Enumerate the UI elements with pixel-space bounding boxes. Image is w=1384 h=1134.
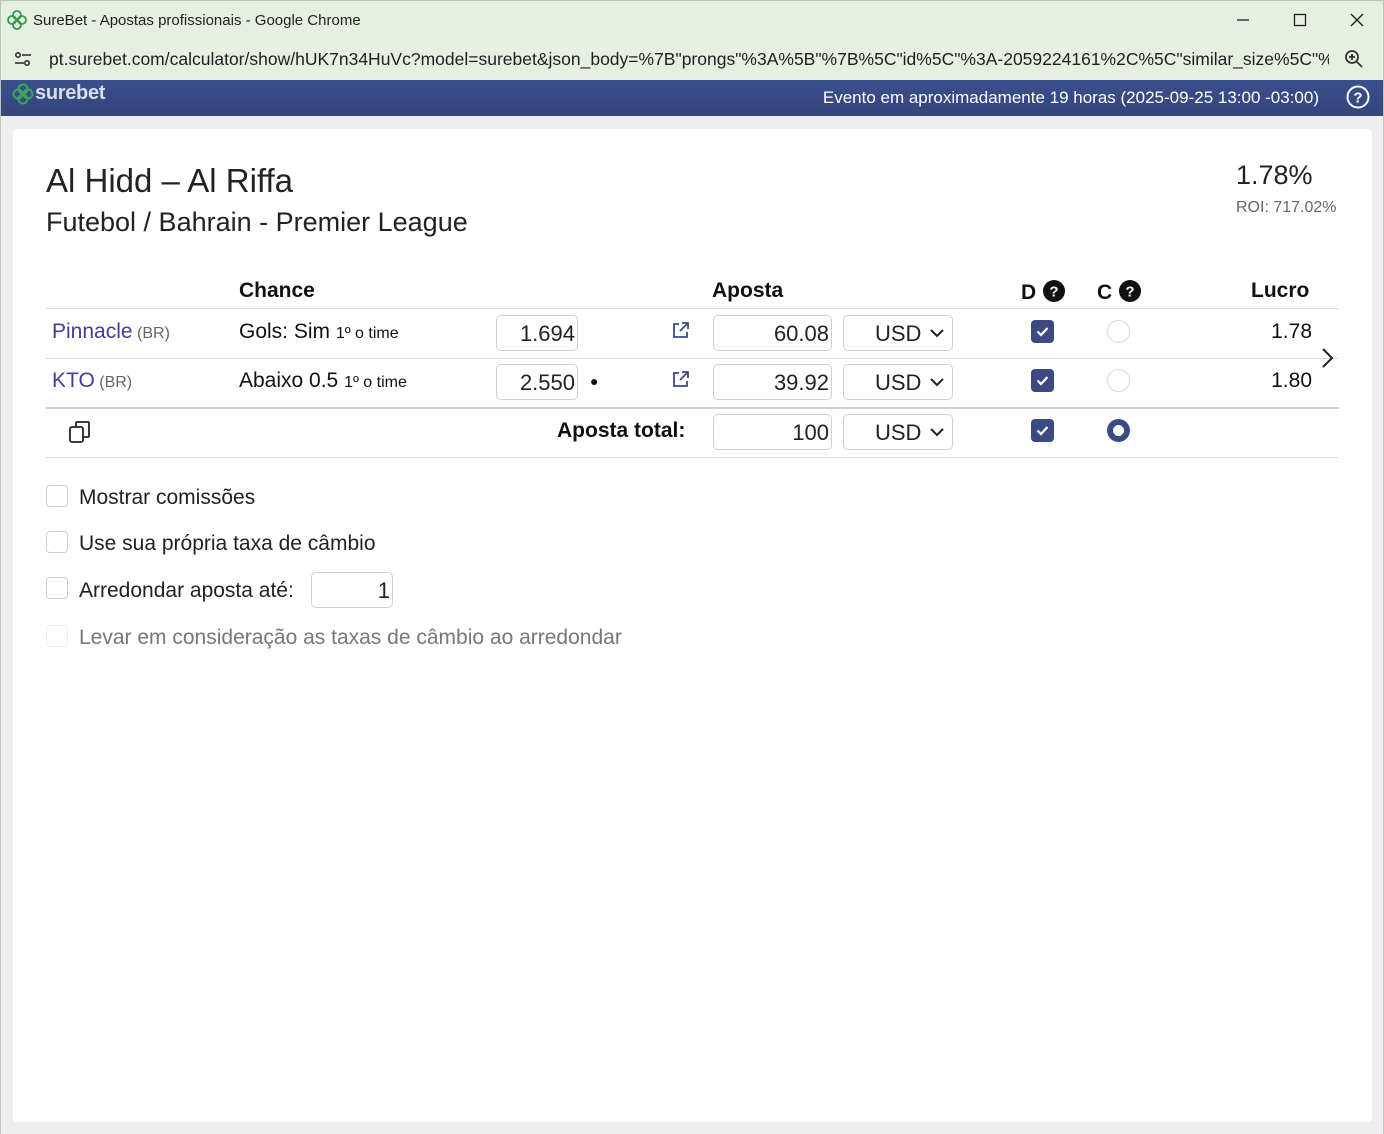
show-commissions-label: Mostrar comissões: [79, 486, 256, 509]
site-settings-icon[interactable]: [13, 49, 33, 69]
distribute-checkbox[interactable]: [1031, 320, 1054, 343]
round-stake-checkbox[interactable]: [46, 577, 68, 599]
fix-stake-radio[interactable]: [1107, 320, 1130, 343]
external-link-icon[interactable]: [671, 370, 690, 389]
help-icon[interactable]: ?: [1346, 85, 1370, 109]
surebet-clover-icon: [7, 10, 27, 30]
table-divider: [46, 457, 1339, 458]
surebet-logo[interactable]: surebet: [12, 82, 105, 105]
roi-value: ROI: 717.02%: [1236, 199, 1337, 216]
outcome-period: 1º o time: [335, 325, 399, 342]
total-stake-input[interactable]: 100: [713, 414, 832, 450]
chevron-down-icon: [930, 329, 944, 338]
check-icon: [1036, 426, 1049, 436]
match-subtitle: Futebol / Bahrain - Premier League: [46, 207, 468, 237]
chevron-down-icon: [930, 378, 944, 387]
address-bar: pt.surebet.com/calculator/show/hUK7n34Hu…: [0, 38, 1384, 80]
bet-outcome: Gols: Sim 1º o time: [239, 320, 399, 344]
table-divider: [46, 407, 1339, 409]
show-commissions-checkbox[interactable]: [46, 485, 68, 507]
fix-total-stake-radio[interactable]: [1107, 419, 1130, 442]
distribute-checkbox[interactable]: [1031, 419, 1054, 442]
consider-exchange-checkbox: [46, 625, 68, 647]
bookmaker-region: (BR): [99, 374, 133, 391]
round-value-input[interactable]: 1: [311, 572, 393, 608]
currency-value: USD: [875, 370, 922, 395]
table-row-bookmaker: KTO (BR): [52, 369, 132, 393]
fix-stake-radio[interactable]: [1107, 369, 1130, 392]
bet-outcome: Abaixo 0.5 1º o time: [239, 369, 407, 393]
close-icon: [1350, 13, 1363, 27]
help-icon[interactable]: ?: [1042, 279, 1066, 303]
own-exchange-rate-checkbox[interactable]: [46, 531, 68, 553]
bookmaker-link[interactable]: KTO: [52, 369, 95, 392]
consider-exchange-label: Levar em consideração as taxas de câmbio…: [79, 626, 622, 649]
help-icon[interactable]: ?: [1118, 279, 1142, 303]
profit-value: 1.78: [1271, 320, 1312, 343]
currency-select[interactable]: USD: [843, 414, 953, 450]
column-header-d: D: [1021, 281, 1037, 304]
svg-text:?: ?: [1049, 284, 1058, 301]
bookmaker-region: (BR): [137, 325, 170, 342]
profit-value: 1.80: [1271, 369, 1312, 392]
chevron-right-icon[interactable]: [1321, 347, 1335, 369]
logo-text: surebet: [35, 82, 106, 104]
column-header-lucro: Lucro: [1251, 279, 1310, 302]
browser-title-bar: SureBet - Apostas profissionais - Google…: [0, 0, 1384, 38]
outcome-period: 1º o time: [344, 374, 407, 391]
outcome-label: Abaixo 0.5: [239, 369, 339, 392]
odds-input[interactable]: 1.694: [496, 315, 578, 351]
window-title: SureBet - Apostas profissionais - Google…: [33, 12, 361, 29]
external-link-icon[interactable]: [671, 321, 690, 340]
app-header: surebet Evento em aproximadamente 19 hor…: [0, 80, 1384, 116]
odds-input[interactable]: 2.550: [496, 364, 578, 400]
distribute-checkbox[interactable]: [1031, 369, 1054, 392]
chevron-down-icon: [930, 428, 944, 437]
odds-changed-marker: ●: [590, 373, 599, 389]
event-info: Evento em aproximadamente 19 horas (2025…: [822, 88, 1319, 107]
column-header-chance: Chance: [239, 279, 315, 302]
minimize-icon: [1236, 19, 1249, 21]
url-field[interactable]: pt.surebet.com/calculator/show/hUK7n34Hu…: [49, 49, 1329, 70]
outcome-label: Gols: Sim: [239, 320, 331, 343]
maximize-icon: [1293, 13, 1306, 27]
currency-value: USD: [875, 321, 922, 346]
stake-input[interactable]: 39.92: [713, 364, 832, 400]
svg-text:?: ?: [1125, 284, 1134, 301]
maximize-button[interactable]: [1271, 1, 1328, 39]
bookmaker-link[interactable]: Pinnacle: [52, 320, 133, 343]
svg-text:?: ?: [1353, 90, 1362, 107]
stake-input[interactable]: 60.08: [713, 315, 832, 351]
check-icon: [1036, 376, 1049, 386]
currency-value: USD: [875, 420, 922, 445]
column-header-aposta: Aposta: [712, 279, 784, 302]
copy-icon[interactable]: [68, 420, 92, 444]
table-row-bookmaker: Pinnacle (BR): [52, 320, 170, 344]
currency-select[interactable]: USD: [843, 315, 953, 351]
own-exchange-rate-label: Use sua própria taxa de câmbio: [79, 532, 376, 555]
zoom-icon[interactable]: [1344, 49, 1364, 69]
surebet-clover-icon: [12, 83, 34, 104]
check-icon: [1036, 327, 1049, 337]
close-window-button[interactable]: [1328, 1, 1384, 39]
round-stake-label: Arredondar aposta até:: [79, 579, 294, 602]
profit-percent: 1.78%: [1236, 160, 1313, 190]
column-header-c: C: [1097, 281, 1113, 304]
table-divider: [46, 308, 1339, 309]
minimize-button[interactable]: [1214, 1, 1271, 39]
total-stake-label: Aposta total:: [557, 419, 686, 442]
currency-select[interactable]: USD: [843, 364, 953, 400]
match-title: Al Hidd – Al Riffa: [46, 162, 294, 199]
table-divider: [46, 358, 1339, 359]
